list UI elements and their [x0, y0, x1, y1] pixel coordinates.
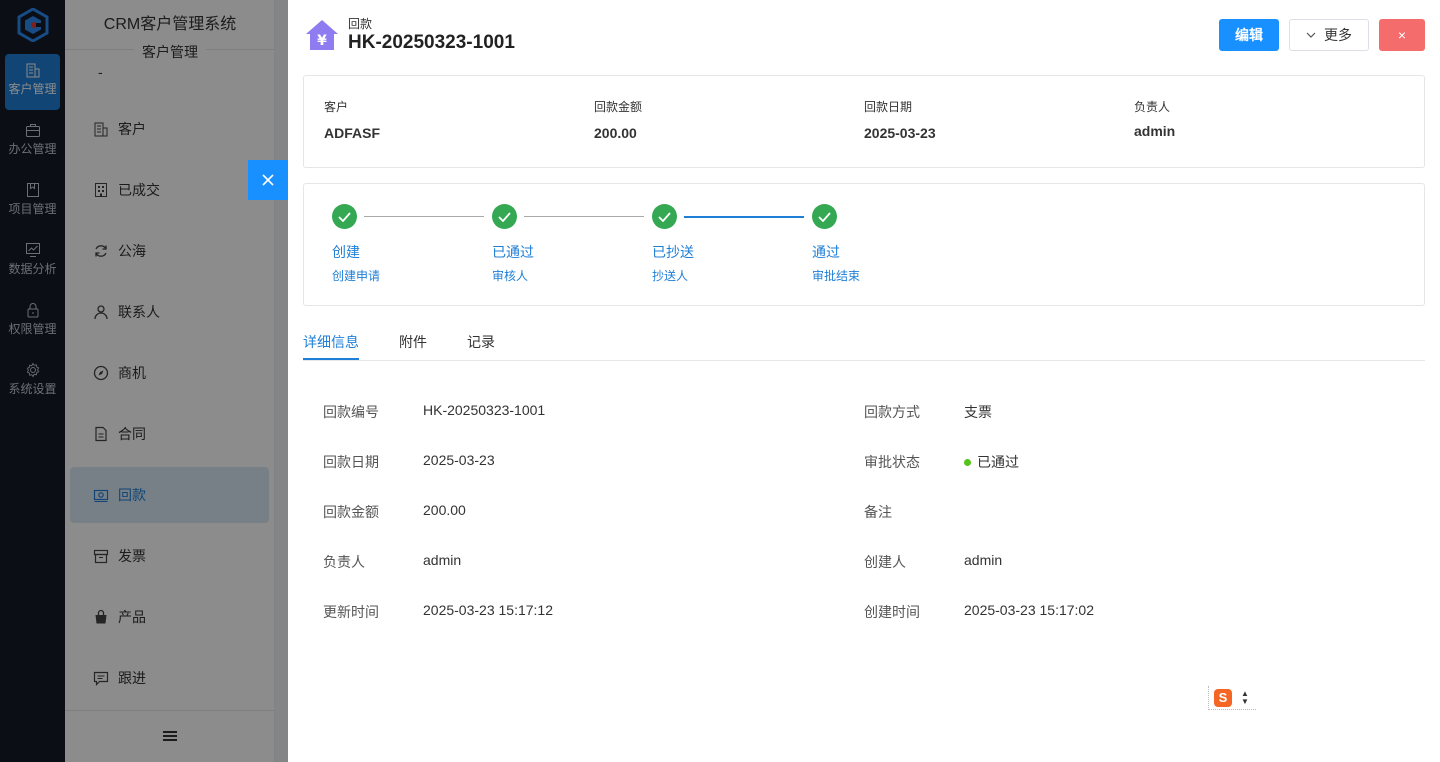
check-circle-icon [492, 204, 517, 229]
step-title: 已抄送 [652, 244, 694, 260]
step-item: 创建 创建申请 [332, 204, 380, 283]
summary-label: 回款金额 [594, 100, 643, 114]
step-title: 通过 [812, 244, 840, 260]
field-value: 支票 [964, 404, 992, 420]
payment-house-icon: ¥ [306, 20, 338, 50]
step-description: 抄送人 [652, 269, 689, 283]
status-dot-icon [964, 458, 971, 466]
tab-active-indicator [303, 358, 359, 360]
detail-tabs: 详细信息 附件 记录 [303, 324, 1425, 361]
step-item: 已抄送 抄送人 [652, 204, 694, 283]
summary-item: 负责人 admin [1134, 98, 1175, 139]
field-label: 回款日期 [323, 454, 379, 470]
summary-item: 回款日期 2025-03-23 [864, 98, 936, 141]
step-description: 创建申请 [332, 269, 381, 283]
field-value: 2025-03-23 15:17:02 [964, 602, 1094, 618]
svg-text:¥: ¥ [317, 33, 327, 49]
ime-toolbar[interactable]: S ▲ ▼ [1208, 686, 1256, 710]
summary-item: 客户 ADFASF [324, 98, 380, 141]
more-button-label: 更多 [1324, 27, 1352, 43]
step-title: 已通过 [492, 244, 534, 260]
sogou-ime-icon[interactable]: S [1214, 689, 1232, 707]
summary-value: ADFASF [324, 125, 380, 141]
field-label: 创建人 [864, 554, 906, 570]
check-circle-icon [332, 204, 357, 229]
field-label: 备注 [864, 504, 892, 520]
field-value: admin [964, 552, 1003, 568]
summary-value: 200.00 [594, 125, 637, 141]
summary-label: 回款日期 [864, 100, 913, 114]
field-label: 更新时间 [323, 604, 379, 620]
field-label: 负责人 [323, 554, 365, 570]
field-label: 回款方式 [864, 404, 920, 420]
field-value: 2025-03-23 [423, 452, 495, 468]
drawer-subtitle: 回款 [348, 17, 373, 31]
step-connector [364, 216, 484, 217]
tab-records[interactable]: 记录 [467, 332, 495, 352]
summary-label: 客户 [324, 100, 349, 114]
field-label: 审批状态 [864, 454, 920, 470]
step-description: 审核人 [492, 269, 529, 283]
step-connector [684, 216, 804, 218]
more-button[interactable]: 更多 [1289, 19, 1369, 51]
field-label: 回款编号 [323, 404, 379, 420]
summary-card: 客户 ADFASF 回款金额 200.00 回款日期 2025-03-23 负责… [303, 75, 1425, 168]
edit-button[interactable]: 编辑 [1219, 19, 1279, 51]
summary-item: 回款金额 200.00 [594, 98, 642, 141]
field-value: 200.00 [423, 502, 466, 518]
ime-expand-icon[interactable]: ▲ ▼ [1241, 690, 1249, 706]
check-circle-icon [812, 204, 837, 229]
close-icon [262, 174, 274, 186]
drawer-close-tab[interactable] [248, 160, 288, 200]
summary-value: admin [1134, 123, 1176, 139]
summary-value: 2025-03-23 [864, 125, 936, 141]
field-label: 创建时间 [864, 604, 920, 620]
field-value: 2025-03-23 15:17:12 [423, 602, 553, 618]
field-value: HK-20250323-1001 [423, 402, 546, 418]
step-title: 创建 [332, 244, 360, 260]
field-value: admin [423, 552, 462, 568]
check-circle-icon [652, 204, 677, 229]
status-badge: 已通过 [964, 452, 1019, 472]
drawer-title: HK-20250323-1001 [348, 32, 515, 53]
summary-label: 负责人 [1134, 100, 1171, 114]
field-label: 回款金额 [323, 504, 379, 520]
payment-detail-drawer: ¥ 回款 HK-20250323-1001 编辑 更多 × 客户 ADFASF … [288, 0, 1440, 762]
status-text: 已通过 [977, 454, 1019, 470]
chevron-down-icon [1306, 32, 1316, 38]
step-item: 通过 审批结束 [812, 204, 860, 283]
tab-attachments[interactable]: 附件 [399, 332, 427, 352]
tab-details[interactable]: 详细信息 [303, 332, 359, 352]
step-connector [524, 216, 644, 217]
close-button[interactable]: × [1379, 19, 1425, 51]
approval-steps-card: 创建 创建申请 已通过 审核人 已抄送 抄送人 通过 审批结束 [303, 183, 1425, 306]
step-item: 已通过 审核人 [492, 204, 534, 283]
step-description: 审批结束 [812, 269, 861, 283]
